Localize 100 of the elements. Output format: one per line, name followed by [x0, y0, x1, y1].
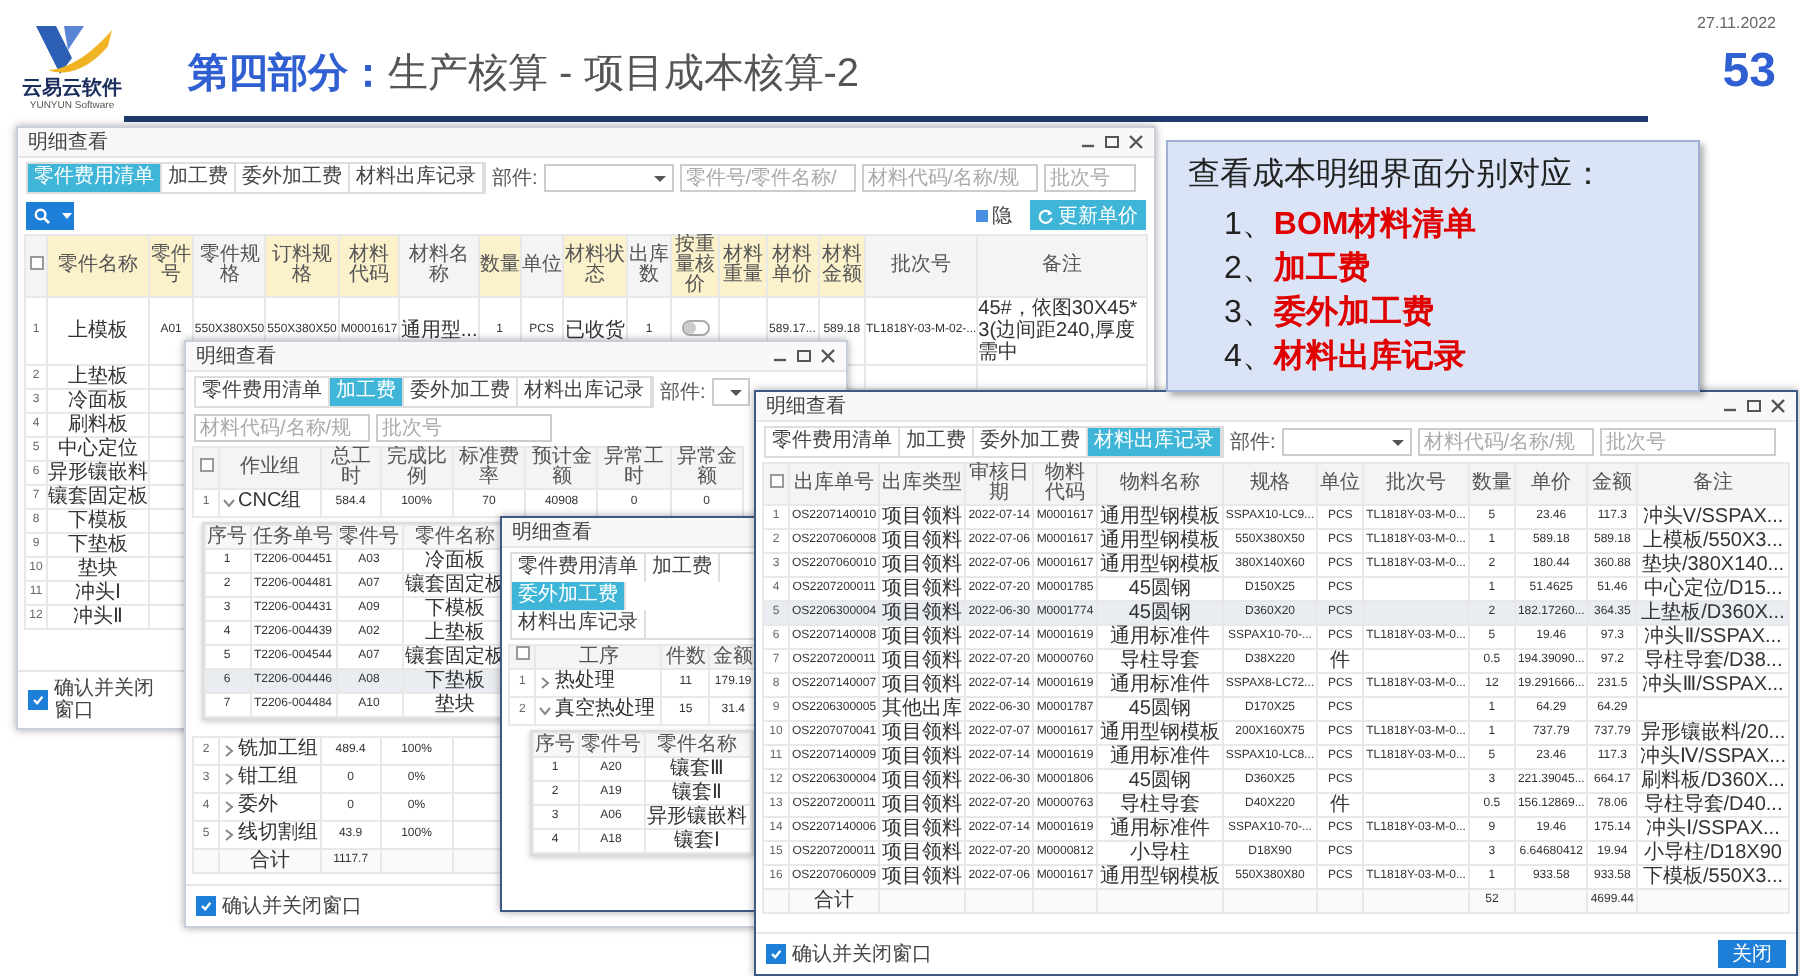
maximize-icon[interactable] — [796, 348, 812, 364]
close-icon[interactable] — [1770, 398, 1786, 414]
expand-icon[interactable] — [222, 743, 236, 758]
column-header[interactable]: 材料代码 — [338, 235, 400, 297]
column-header[interactable]: 零件名称 — [47, 235, 149, 297]
column-header[interactable]: 物料代码 — [1033, 463, 1097, 505]
column-header[interactable]: 数量 — [478, 235, 521, 297]
tab[interactable]: 材料出库记录 — [350, 164, 484, 192]
column-header[interactable]: 批次号 — [1363, 463, 1469, 505]
tab[interactable]: 零件费用清单 — [196, 378, 330, 406]
checkbox[interactable] — [766, 944, 786, 964]
table-cell: 真空热处理 — [554, 698, 655, 720]
checkbox[interactable] — [28, 690, 48, 710]
filter-field[interactable]: 批次号 — [1043, 164, 1136, 192]
column-header[interactable]: 物料名称 — [1096, 463, 1223, 505]
filter-field[interactable]: 材料代码/名称/规 — [1417, 428, 1594, 456]
column-header[interactable]: 序号 — [532, 733, 578, 757]
table-cell: 通用型钢模板 — [1096, 721, 1223, 745]
tab[interactable]: 委外加工费 — [974, 428, 1088, 456]
column-header[interactable]: 规格 — [1222, 463, 1318, 505]
tab[interactable]: 加工费 — [162, 164, 236, 192]
table-cell: 45圆钢 — [1096, 769, 1223, 793]
filter-field[interactable]: 材料代码/名称/规 — [861, 164, 1038, 192]
slide-title: 生产核算 - 项目成本核算-2 — [388, 52, 860, 96]
close-icon[interactable] — [1128, 134, 1144, 150]
column-header[interactable]: 备注 — [1637, 463, 1789, 505]
column-header[interactable]: 异常金额 — [670, 447, 743, 489]
tab[interactable]: 委外加工费 — [404, 378, 518, 406]
collapse-icon[interactable] — [538, 703, 553, 718]
select-field[interactable] — [1281, 428, 1412, 456]
expand-icon[interactable] — [538, 675, 553, 690]
tab[interactable]: 材料出库记录 — [512, 610, 646, 638]
column-header[interactable]: 备注 — [977, 235, 1147, 297]
select-field[interactable] — [711, 378, 750, 406]
column-header[interactable]: 零件号 — [149, 235, 194, 297]
column-header[interactable]: 出库数 — [626, 235, 672, 297]
dropdown-button[interactable] — [58, 201, 74, 229]
table-cell: CNC组 — [238, 490, 302, 512]
filter-field[interactable]: 批次号 — [1599, 428, 1776, 456]
close-button[interactable]: 关闭 — [1718, 940, 1786, 968]
column-header[interactable]: 批次号 — [865, 235, 978, 297]
checkbox[interactable] — [29, 255, 43, 269]
column-header[interactable]: 材料金额 — [818, 235, 866, 297]
table-cell: 件 — [1317, 649, 1364, 673]
column-header[interactable]: 任务单号 — [250, 525, 336, 549]
checkbox[interactable] — [196, 896, 216, 916]
column-header[interactable]: 零件号 — [336, 525, 402, 549]
filter-field[interactable]: 材料代码/名称/规 — [194, 414, 370, 442]
column-header[interactable]: 零件规格 — [193, 235, 266, 297]
column-header[interactable]: 异常工时 — [597, 447, 671, 489]
column-header[interactable]: 出库类型 — [879, 463, 966, 505]
column-header[interactable]: 按重量核价 — [671, 235, 720, 297]
maximize-icon[interactable] — [1746, 398, 1762, 414]
column-header[interactable]: 材料单价 — [766, 235, 819, 297]
table-cell: 上模板/550X3... — [1637, 529, 1789, 553]
column-header[interactable]: 材料名称 — [399, 235, 479, 297]
checkbox[interactable] — [199, 457, 213, 471]
column-header[interactable]: 单价 — [1514, 463, 1588, 505]
tab[interactable]: 加工费 — [646, 554, 720, 582]
column-header[interactable]: 序号 — [204, 525, 250, 549]
column-header[interactable]: 材料状态 — [562, 235, 627, 297]
column-header[interactable]: 数量 — [1468, 463, 1515, 505]
column-header[interactable]: 总工时 — [321, 447, 381, 489]
tab[interactable]: 委外加工费 — [236, 164, 350, 192]
column-header[interactable]: 订料规格 — [265, 235, 339, 297]
table-cell: 导柱导套/D40... — [1637, 793, 1789, 817]
close-icon[interactable] — [820, 348, 836, 364]
column-header[interactable]: 单位 — [520, 235, 563, 297]
select-field[interactable] — [543, 164, 674, 192]
tab[interactable]: 零件费用清单 — [512, 554, 646, 582]
column-header[interactable]: 单位 — [1317, 463, 1364, 505]
column-header[interactable]: 工序 — [535, 645, 662, 669]
column-header[interactable]: 件数 — [661, 645, 710, 669]
tab[interactable]: 加工费 — [900, 428, 974, 456]
tab[interactable]: 材料出库记录 — [518, 378, 652, 406]
table-cell: 项目领料 — [879, 817, 966, 841]
search-button[interactable] — [26, 201, 58, 229]
column-header[interactable]: 金额 — [709, 645, 757, 669]
expand-icon[interactable] — [222, 827, 236, 842]
column-header[interactable]: 标准费率 — [452, 447, 526, 489]
checkbox[interactable] — [769, 473, 783, 487]
column-header[interactable]: 预计金额 — [525, 447, 598, 489]
tab[interactable]: 零件费用清单 — [766, 428, 900, 456]
column-header[interactable]: 零件名称 — [644, 733, 750, 757]
checkbox[interactable] — [515, 646, 530, 660]
column-header[interactable]: 零件号 — [578, 733, 644, 757]
check-icon — [770, 948, 782, 960]
column-header[interactable]: 出库单号 — [789, 463, 880, 505]
column-header[interactable]: 金额 — [1587, 463, 1638, 505]
expand-icon[interactable] — [222, 799, 236, 814]
filter-field[interactable]: 批次号 — [376, 414, 552, 442]
table-cell: 下模板 — [47, 509, 149, 533]
expand-icon[interactable] — [222, 771, 236, 786]
column-header[interactable]: 材料重量 — [719, 235, 767, 297]
toggle-switch[interactable] — [681, 320, 710, 337]
table-cell: 冲头Ⅱ/SSPAX... — [1637, 625, 1789, 649]
column-header[interactable]: 作业组 — [219, 447, 321, 489]
filter-field[interactable]: 零件号/零件名称/ — [679, 164, 856, 192]
maximize-icon[interactable] — [1104, 134, 1120, 150]
collapse-icon[interactable] — [222, 495, 236, 510]
